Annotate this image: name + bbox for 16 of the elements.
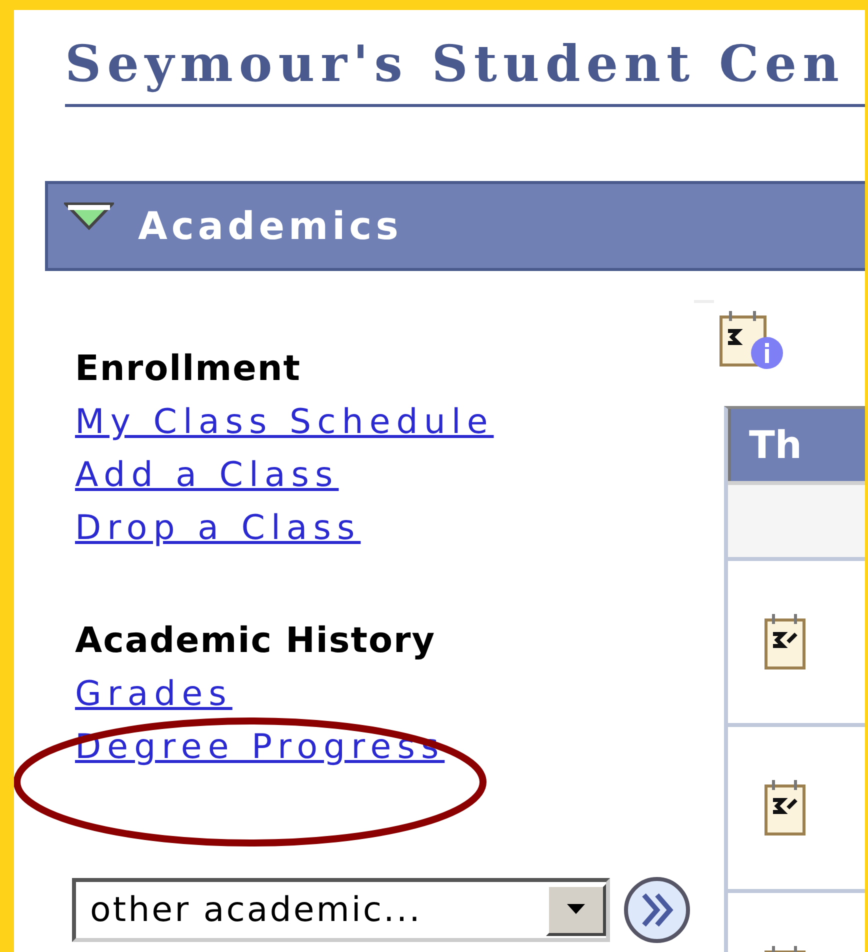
go-button[interactable] (622, 875, 692, 945)
nav-link[interactable]: Add a Class (75, 449, 339, 502)
caret-icon (567, 904, 585, 916)
calendar-icon (764, 614, 806, 670)
group-heading: Academic History (75, 620, 436, 663)
nav-link[interactable]: My Class Schedule (75, 396, 494, 449)
page-title: Seymour's Student Cen (65, 33, 846, 95)
calendar-icon (764, 780, 806, 836)
dropdown-select[interactable]: other academic... (72, 878, 610, 942)
calendar-info-icon[interactable] (719, 311, 785, 371)
expand-triangle-icon[interactable] (64, 202, 114, 230)
group-heading: Enrollment (75, 348, 301, 391)
section-title: Academics (138, 204, 402, 248)
nav-link[interactable]: Drop a Class (75, 502, 361, 555)
column-header: Th (728, 409, 865, 481)
nav-link[interactable]: Grades (75, 668, 232, 721)
